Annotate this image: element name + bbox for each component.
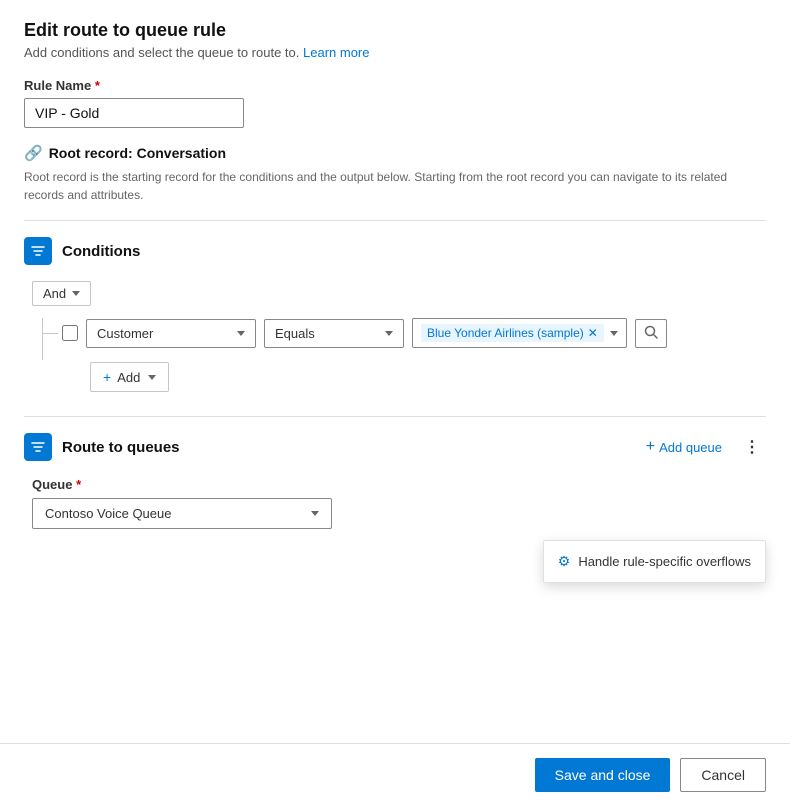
cancel-button[interactable]: Cancel <box>680 758 766 792</box>
conditions-header: Conditions <box>24 237 766 265</box>
add-queue-plus-icon: + <box>646 438 655 456</box>
field-chevron-icon <box>237 331 245 336</box>
route-title: Route to queues <box>62 439 180 456</box>
footer-bar: Save and close Cancel <box>0 743 790 806</box>
condition-operator-dropdown[interactable]: Equals <box>264 319 404 348</box>
overflow-dropdown-menu: ⚙ Handle rule-specific overflows <box>543 540 766 583</box>
route-header: Route to queues + Add queue ⋮ <box>24 433 766 461</box>
root-record-icon: 🔗 <box>24 144 43 162</box>
root-record-desc: Root record is the starting record for t… <box>24 168 766 204</box>
add-chevron-icon <box>148 375 156 380</box>
conditions-tree: Customer Equals Blue Yonder Airlines (sa… <box>42 318 766 392</box>
page-subtitle: Add conditions and select the queue to r… <box>24 45 766 60</box>
route-header-actions: + Add queue ⋮ <box>638 433 766 461</box>
condition-row: Customer Equals Blue Yonder Airlines (sa… <box>62 318 766 348</box>
plus-icon: + <box>103 369 111 385</box>
tag-close-icon[interactable]: ✕ <box>588 326 598 340</box>
handle-overflow-menu-item[interactable]: ⚙ Handle rule-specific overflows <box>544 545 765 578</box>
save-and-close-button[interactable]: Save and close <box>535 758 671 792</box>
page-title: Edit route to queue rule <box>24 20 766 41</box>
add-condition-button[interactable]: + Add <box>90 362 169 392</box>
page-header: Edit route to queue rule Add conditions … <box>24 20 766 60</box>
rule-name-field: Rule Name * <box>24 78 766 128</box>
learn-more-link[interactable]: Learn more <box>303 45 369 60</box>
conditions-title: Conditions <box>62 243 140 260</box>
condition-value-tag: Blue Yonder Airlines (sample) ✕ <box>421 324 604 342</box>
and-dropdown[interactable]: And <box>32 281 91 306</box>
condition-value-field[interactable]: Blue Yonder Airlines (sample) ✕ <box>412 318 627 348</box>
divider-1 <box>24 220 766 221</box>
condition-search-button[interactable] <box>635 319 667 348</box>
overflow-icon: ⚙ <box>558 553 571 570</box>
tree-vertical-line <box>42 318 43 360</box>
queue-select-dropdown[interactable]: Contoso Voice Queue <box>32 498 332 529</box>
value-chevron-icon <box>610 331 618 336</box>
route-section: Route to queues + Add queue ⋮ Queue * Co… <box>24 433 766 529</box>
main-panel: Edit route to queue rule Add conditions … <box>0 0 790 806</box>
add-btn-container: + Add <box>70 358 766 392</box>
more-options-button[interactable]: ⋮ <box>738 433 766 461</box>
route-icon <box>24 433 52 461</box>
root-record-label: Root record: Conversation <box>49 145 226 161</box>
queue-chevron-icon <box>311 511 319 516</box>
queue-label: Queue * <box>32 477 766 492</box>
conditions-area: And Customer Equals <box>32 281 766 392</box>
condition-checkbox[interactable] <box>62 325 78 341</box>
conditions-icon <box>24 237 52 265</box>
condition-field-dropdown[interactable]: Customer <box>86 319 256 348</box>
and-chevron-icon <box>72 291 80 296</box>
rule-name-label: Rule Name * <box>24 78 766 93</box>
divider-2 <box>24 416 766 417</box>
queue-field-container: Queue * Contoso Voice Queue <box>32 477 766 529</box>
rule-name-input[interactable] <box>24 98 244 128</box>
add-queue-button[interactable]: + Add queue <box>638 434 730 460</box>
operator-chevron-icon <box>385 331 393 336</box>
root-record-section: 🔗 Root record: Conversation <box>24 144 766 162</box>
